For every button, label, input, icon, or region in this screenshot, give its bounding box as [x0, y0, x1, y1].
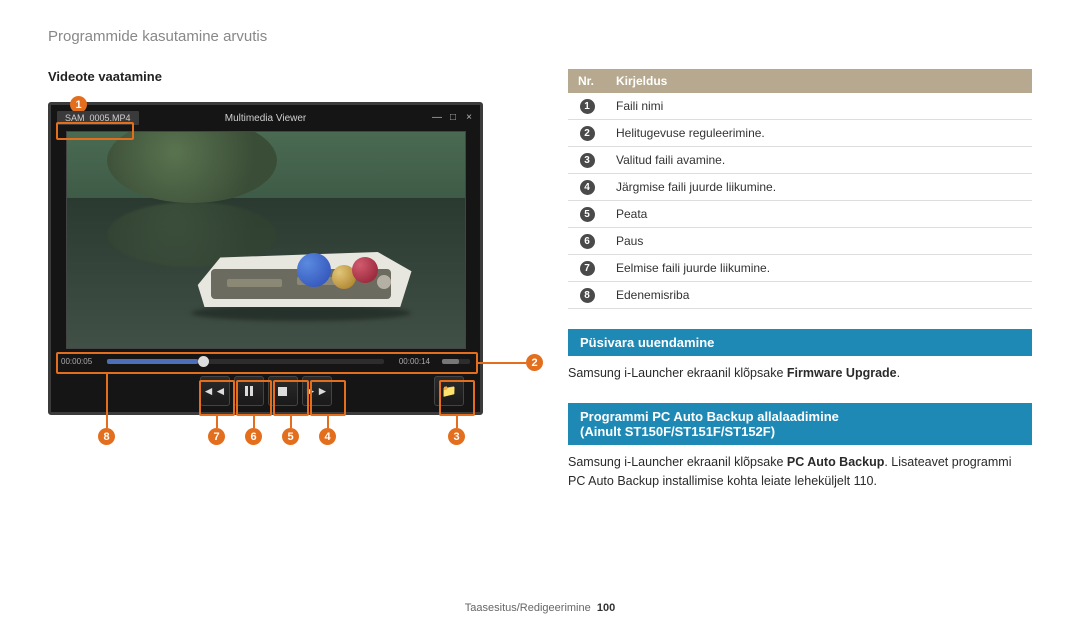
- table-row: 3Valitud faili avamine.: [568, 147, 1032, 174]
- pause-button[interactable]: [234, 376, 264, 406]
- volume-slider[interactable]: [442, 359, 470, 364]
- prev-button[interactable]: ◄◄: [200, 376, 230, 406]
- section-banner-firmware: Püsivara uuendamine: [568, 329, 1032, 356]
- video-frame: [66, 131, 466, 349]
- callout-8: 8: [98, 428, 115, 445]
- next-button[interactable]: ►►: [302, 376, 332, 406]
- table-row: 5Peata: [568, 201, 1032, 228]
- callout-7: 7: [208, 428, 225, 445]
- player-controls: ◄◄ ►► 📁: [61, 376, 470, 406]
- callout-3: 3: [448, 428, 465, 445]
- callout-6: 6: [245, 428, 262, 445]
- callout-4: 4: [319, 428, 336, 445]
- backup-text: Samsung i-Launcher ekraanil klõpsake PC …: [568, 453, 1032, 491]
- callout-5: 5: [282, 428, 299, 445]
- callout-line: [327, 416, 329, 428]
- callout-line: [290, 416, 292, 428]
- th-nr: Nr.: [568, 69, 606, 93]
- section-heading-video: Videote vaatamine: [48, 69, 528, 84]
- page-footer: Taasesitus/Redigeerimine 100: [0, 602, 1080, 614]
- table-row: 1Faili nimi: [568, 93, 1032, 120]
- callout-2: 2: [526, 354, 543, 371]
- breadcrumb: Programmide kasutamine arvutis: [48, 28, 1032, 45]
- close-icon[interactable]: ×: [464, 113, 474, 123]
- table-row: 2Helitugevuse reguleerimine.: [568, 120, 1032, 147]
- callout-line: [216, 416, 218, 428]
- table-row: 6Paus: [568, 228, 1032, 255]
- media-player: SAM_0005.MP4 Multimedia Viewer — □ ×: [48, 102, 483, 415]
- player-title: Multimedia Viewer: [53, 113, 478, 124]
- progress-bar[interactable]: [107, 359, 384, 364]
- player-diagram: 1 SAM_0005.MP4 Multimedia Viewer — □ ×: [48, 102, 528, 415]
- minimize-icon[interactable]: —: [432, 113, 442, 123]
- table-row: 7Eelmise faili juurde liikumine.: [568, 255, 1032, 282]
- stop-button[interactable]: [268, 376, 298, 406]
- maximize-icon[interactable]: □: [448, 113, 458, 123]
- callout-line: [253, 416, 255, 428]
- firmware-text: Samsung i-Launcher ekraanil klõpsake Fir…: [568, 364, 1032, 383]
- section-banner-backup: Programmi PC Auto Backup allalaadimine(A…: [568, 403, 1032, 445]
- time-total: 00:00:14: [390, 357, 430, 366]
- th-kirjeldus: Kirjeldus: [606, 69, 1032, 93]
- table-row: 8Edenemisriba: [568, 282, 1032, 309]
- description-table: Nr. Kirjeldus 1Faili nimi 2Helitugevuse …: [568, 69, 1032, 309]
- open-folder-button[interactable]: 📁: [434, 376, 464, 406]
- callout-line: [478, 362, 526, 364]
- callout-line: [456, 416, 458, 428]
- table-row: 4Järgmise faili juurde liikumine.: [568, 174, 1032, 201]
- progress-row: 00:00:05 00:00:14: [61, 357, 470, 366]
- time-current: 00:00:05: [61, 357, 101, 366]
- player-titlebar: SAM_0005.MP4 Multimedia Viewer — □ ×: [53, 107, 478, 129]
